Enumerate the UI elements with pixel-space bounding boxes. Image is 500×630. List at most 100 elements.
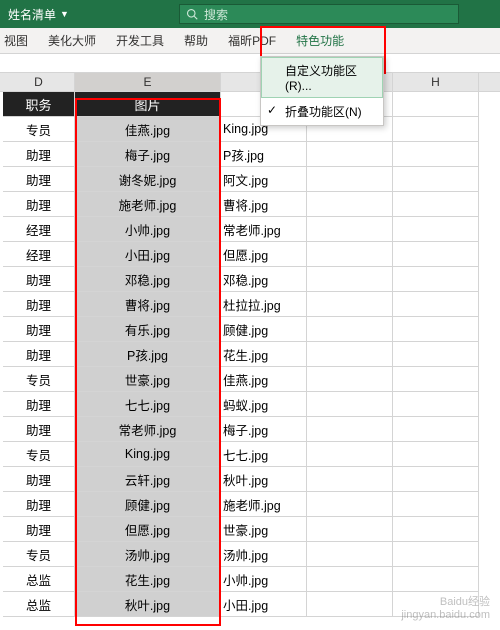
cell-D[interactable]: 助理: [3, 142, 75, 167]
cell-H[interactable]: [393, 342, 479, 367]
cell-E[interactable]: 但愿.jpg: [75, 517, 221, 542]
col-header-H[interactable]: H: [393, 73, 479, 91]
cell-E[interactable]: 七七.jpg: [75, 392, 221, 417]
cell-D[interactable]: 专员: [3, 542, 75, 567]
tab-devtools[interactable]: 开发工具: [106, 32, 174, 49]
cell-E[interactable]: 世豪.jpg: [75, 367, 221, 392]
cell-F[interactable]: 佳燕.jpg: [221, 367, 307, 392]
cell-G[interactable]: [307, 517, 393, 542]
menu-customize-ribbon[interactable]: 自定义功能区(R)...: [261, 57, 383, 98]
cell-H[interactable]: [393, 392, 479, 417]
cell-H[interactable]: [393, 517, 479, 542]
cell-H[interactable]: [393, 217, 479, 242]
cell[interactable]: [393, 92, 479, 117]
cell-F[interactable]: 顾健.jpg: [221, 317, 307, 342]
cell-H[interactable]: [393, 242, 479, 267]
cell-E[interactable]: 常老师.jpg: [75, 417, 221, 442]
cell-F[interactable]: 阿文.jpg: [221, 167, 307, 192]
cell-H[interactable]: [393, 317, 479, 342]
cell-E[interactable]: 施老师.jpg: [75, 192, 221, 217]
cell-F[interactable]: 施老师.jpg: [221, 492, 307, 517]
cell-G[interactable]: [307, 542, 393, 567]
cell-D[interactable]: 经理: [3, 217, 75, 242]
cell-H[interactable]: [393, 542, 479, 567]
cell-E[interactable]: King.jpg: [75, 442, 221, 467]
cell-F[interactable]: 但愿.jpg: [221, 242, 307, 267]
cell-F[interactable]: 汤帅.jpg: [221, 542, 307, 567]
cell-H[interactable]: [393, 292, 479, 317]
cell-D[interactable]: 助理: [3, 267, 75, 292]
cell-F[interactable]: 邓稳.jpg: [221, 267, 307, 292]
cell-H[interactable]: [393, 367, 479, 392]
cell-E[interactable]: 梅子.jpg: [75, 142, 221, 167]
cell-D[interactable]: 总监: [3, 567, 75, 592]
cell-G[interactable]: [307, 467, 393, 492]
cell-F[interactable]: 曹将.jpg: [221, 192, 307, 217]
cell-F[interactable]: 梅子.jpg: [221, 417, 307, 442]
cell-F[interactable]: 杜拉拉.jpg: [221, 292, 307, 317]
cell-E[interactable]: 有乐.jpg: [75, 317, 221, 342]
cell-D[interactable]: 助理: [3, 417, 75, 442]
cell-G[interactable]: [307, 167, 393, 192]
cell-G[interactable]: [307, 417, 393, 442]
cell-G[interactable]: [307, 567, 393, 592]
cell-F[interactable]: 小田.jpg: [221, 592, 307, 617]
header-cell-E[interactable]: 图片: [75, 92, 221, 117]
cell-H[interactable]: [393, 117, 479, 142]
cell-G[interactable]: [307, 442, 393, 467]
cell-E[interactable]: P孩.jpg: [75, 342, 221, 367]
cell-G[interactable]: [307, 217, 393, 242]
cell-G[interactable]: [307, 242, 393, 267]
tab-special[interactable]: 特色功能: [286, 32, 354, 49]
cell-D[interactable]: 经理: [3, 242, 75, 267]
cell-H[interactable]: [393, 442, 479, 467]
cell-H[interactable]: [393, 492, 479, 517]
cell-F[interactable]: 小帅.jpg: [221, 567, 307, 592]
cell-D[interactable]: 助理: [3, 392, 75, 417]
cell-E[interactable]: 小田.jpg: [75, 242, 221, 267]
cell-D[interactable]: 助理: [3, 192, 75, 217]
cell-D[interactable]: 助理: [3, 467, 75, 492]
cell-G[interactable]: [307, 367, 393, 392]
cell-E[interactable]: 花生.jpg: [75, 567, 221, 592]
cell-E[interactable]: 小帅.jpg: [75, 217, 221, 242]
cell-G[interactable]: [307, 342, 393, 367]
menu-collapse-ribbon[interactable]: 折叠功能区(N): [261, 98, 383, 125]
col-header-E[interactable]: E: [75, 73, 221, 91]
cell-H[interactable]: [393, 467, 479, 492]
cell-F[interactable]: 七七.jpg: [221, 442, 307, 467]
tab-foxitpdf[interactable]: 福昕PDF: [218, 32, 286, 49]
cell-F[interactable]: 世豪.jpg: [221, 517, 307, 542]
cell-E[interactable]: 顾健.jpg: [75, 492, 221, 517]
cell-F[interactable]: 常老师.jpg: [221, 217, 307, 242]
cell-D[interactable]: 专员: [3, 117, 75, 142]
cell-E[interactable]: 曹将.jpg: [75, 292, 221, 317]
cell-H[interactable]: [393, 192, 479, 217]
tab-view[interactable]: 视图: [0, 32, 38, 49]
search-input[interactable]: 搜索: [179, 4, 459, 24]
cell-F[interactable]: 蚂蚁.jpg: [221, 392, 307, 417]
cell-G[interactable]: [307, 142, 393, 167]
cell-D[interactable]: 专员: [3, 367, 75, 392]
cell-E[interactable]: 邓稳.jpg: [75, 267, 221, 292]
cell-D[interactable]: 专员: [3, 442, 75, 467]
workbook-name[interactable]: 姓名清单 ▼: [8, 6, 69, 23]
cell-E[interactable]: 云轩.jpg: [75, 467, 221, 492]
cell-F[interactable]: 花生.jpg: [221, 342, 307, 367]
cell-E[interactable]: 佳燕.jpg: [75, 117, 221, 142]
col-header-D[interactable]: D: [3, 73, 75, 91]
header-cell-D[interactable]: 职务: [3, 92, 75, 117]
cell-H[interactable]: [393, 567, 479, 592]
cell-D[interactable]: 助理: [3, 292, 75, 317]
cell-D[interactable]: 助理: [3, 517, 75, 542]
cell-D[interactable]: 助理: [3, 167, 75, 192]
cell-H[interactable]: [393, 267, 479, 292]
cell-D[interactable]: 助理: [3, 342, 75, 367]
cell-E[interactable]: 秋叶.jpg: [75, 592, 221, 617]
cell-H[interactable]: [393, 167, 479, 192]
cell-H[interactable]: [393, 417, 479, 442]
cell-F[interactable]: P孩.jpg: [221, 142, 307, 167]
cell-G[interactable]: [307, 592, 393, 617]
cell-G[interactable]: [307, 492, 393, 517]
cell-G[interactable]: [307, 292, 393, 317]
